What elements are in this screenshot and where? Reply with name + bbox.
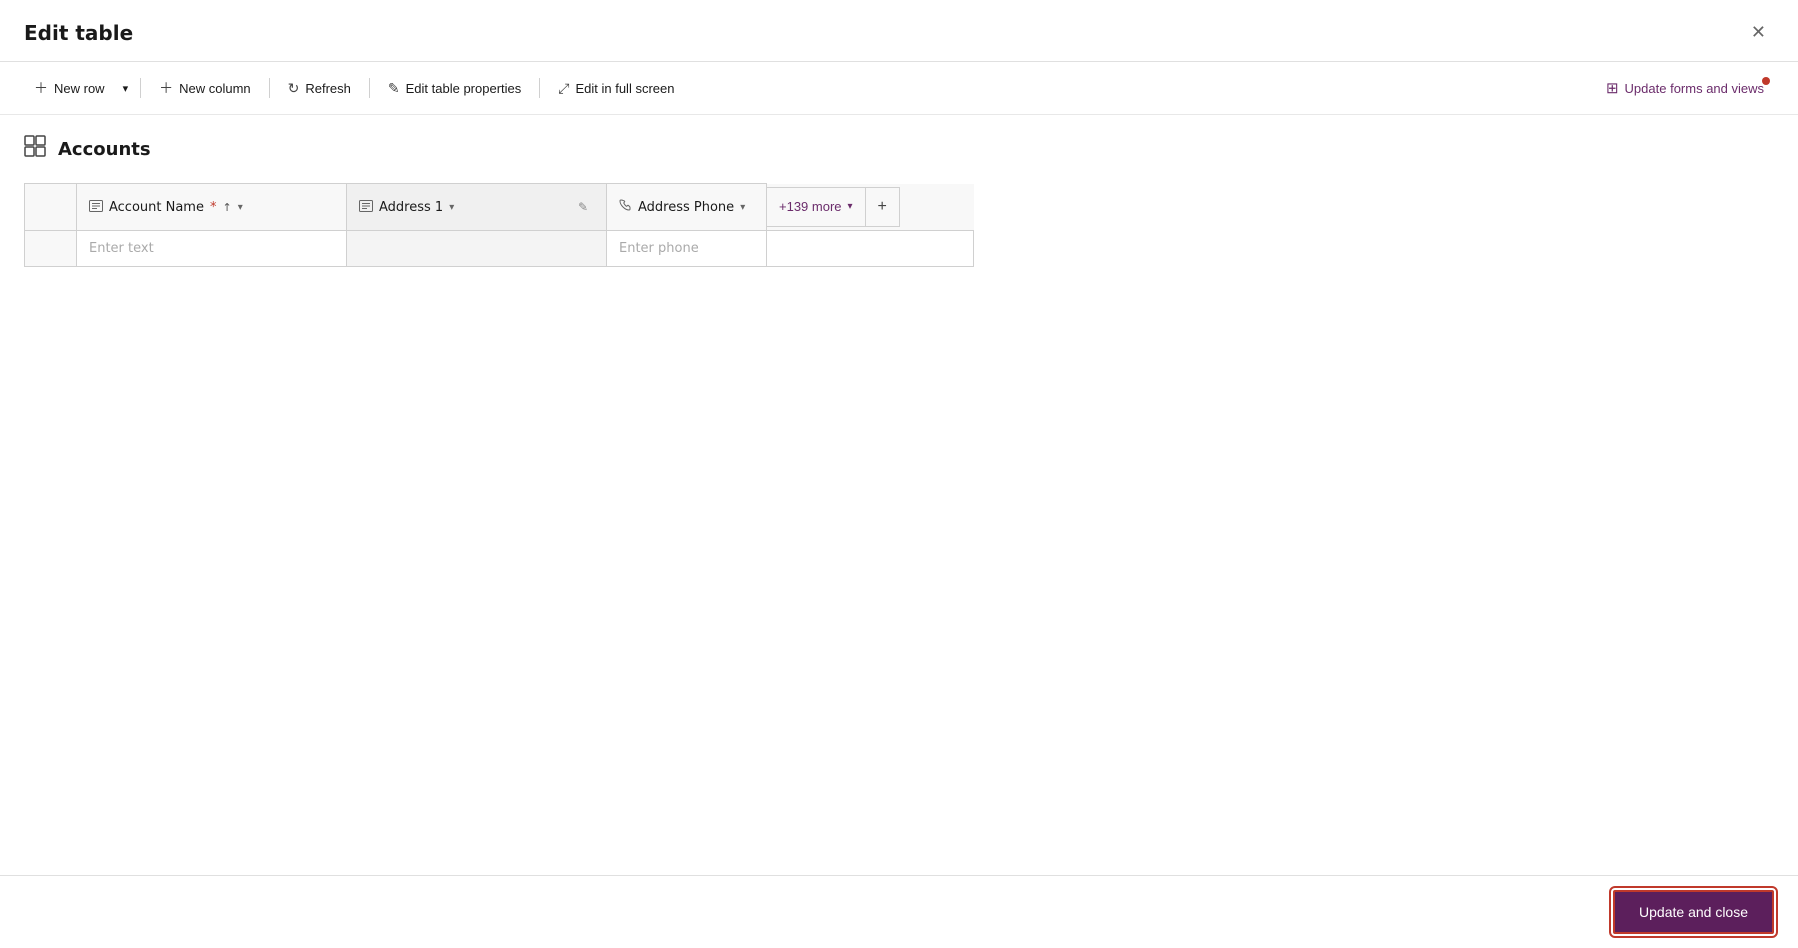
new-row-button[interactable]: ＋ New row (24, 70, 115, 106)
account-name-cell[interactable]: Enter text (77, 231, 347, 267)
refresh-label: Refresh (305, 81, 351, 96)
modal-header: Edit table ✕ (0, 0, 1798, 62)
close-button[interactable]: ✕ (1743, 18, 1774, 47)
refresh-icon: ↻ (288, 80, 300, 97)
edit-table-properties-button[interactable]: ✎ Edit table properties (378, 72, 531, 105)
more-columns-label: +139 more (779, 199, 842, 214)
data-table: Account Name * ↑ ▾ (24, 183, 974, 267)
address-phone-cell[interactable]: Enter phone (607, 231, 767, 267)
address1-col-icon (359, 200, 373, 215)
row-number-header (25, 184, 77, 231)
phone-col-icon (619, 199, 632, 215)
account-name-chevron-icon[interactable]: ▾ (238, 202, 243, 213)
toolbar-divider-3 (369, 78, 370, 98)
address1-header[interactable]: Address 1 ▾ ✎ (347, 184, 607, 231)
account-name-col-icon (89, 200, 103, 215)
row-number-cell (25, 231, 77, 267)
plus-icon: ＋ (34, 78, 48, 98)
toolbar-right: ⊞ Update forms and views (1596, 71, 1774, 105)
new-column-button[interactable]: ＋ New column (149, 70, 261, 106)
required-indicator: * (210, 200, 217, 215)
edit-full-screen-label: Edit in full screen (575, 81, 674, 96)
content-area: Accounts (0, 115, 1798, 875)
new-column-label: New column (179, 81, 251, 96)
more-columns-header: +139 more ▾ + (767, 184, 974, 231)
account-name-col-label: Account Name (109, 200, 204, 215)
toolbar-divider-2 (269, 78, 270, 98)
table-forms-icon: ⊞ (1606, 79, 1619, 97)
chevron-down-icon: ▾ (123, 82, 129, 95)
modal-title: Edit table (24, 21, 133, 45)
refresh-button[interactable]: ↻ Refresh (278, 72, 361, 105)
address-phone-chevron-icon[interactable]: ▾ (740, 202, 745, 213)
address-phone-placeholder: Enter phone (619, 241, 699, 256)
new-row-label: New row (54, 81, 105, 96)
notification-dot (1762, 77, 1770, 85)
sort-asc-icon[interactable]: ↑ (222, 201, 231, 214)
table-grid-icon (24, 135, 46, 163)
more-cols-cell (767, 231, 974, 267)
address1-chevron-icon[interactable]: ▾ (449, 202, 454, 213)
update-forms-button[interactable]: ⊞ Update forms and views (1596, 71, 1774, 105)
toolbar-divider-1 (140, 78, 141, 98)
address-phone-col-label: Address Phone (638, 200, 734, 215)
footer: Update and close (0, 875, 1798, 948)
plus-icon-2: ＋ (159, 78, 173, 98)
edit-table-modal: Edit table ✕ ＋ New row ▾ ＋ New column ↻ … (0, 0, 1798, 948)
address1-col-label: Address 1 (379, 200, 443, 215)
account-name-header[interactable]: Account Name * ↑ ▾ (77, 184, 347, 231)
toolbar-divider-4 (539, 78, 540, 98)
update-forms-label: Update forms and views (1625, 81, 1764, 96)
address1-cell[interactable] (347, 231, 607, 267)
table-title-row: Accounts (24, 135, 1774, 163)
table-row: Enter text Enter phone (25, 231, 974, 267)
add-column-button[interactable]: + (866, 187, 900, 227)
more-columns-chevron-icon: ▾ (848, 201, 853, 212)
edit-table-properties-label: Edit table properties (406, 81, 522, 96)
fullscreen-icon: ⤢ (558, 80, 569, 97)
edit-full-screen-button[interactable]: ⤢ Edit in full screen (548, 72, 684, 105)
table-title: Accounts (58, 139, 151, 160)
update-and-close-button[interactable]: Update and close (1613, 890, 1774, 934)
add-column-plus-icon: + (878, 198, 887, 216)
more-columns-button[interactable]: +139 more ▾ (767, 187, 866, 227)
address-phone-header[interactable]: Address Phone ▾ (607, 184, 767, 231)
new-row-dropdown-button[interactable]: ▾ (119, 74, 133, 103)
pencil-icon: ✎ (388, 80, 400, 97)
toolbar: ＋ New row ▾ ＋ New column ↻ Refresh ✎ Edi… (0, 62, 1798, 115)
address1-edit-icon[interactable]: ✎ (572, 194, 594, 220)
account-name-placeholder: Enter text (89, 241, 154, 256)
